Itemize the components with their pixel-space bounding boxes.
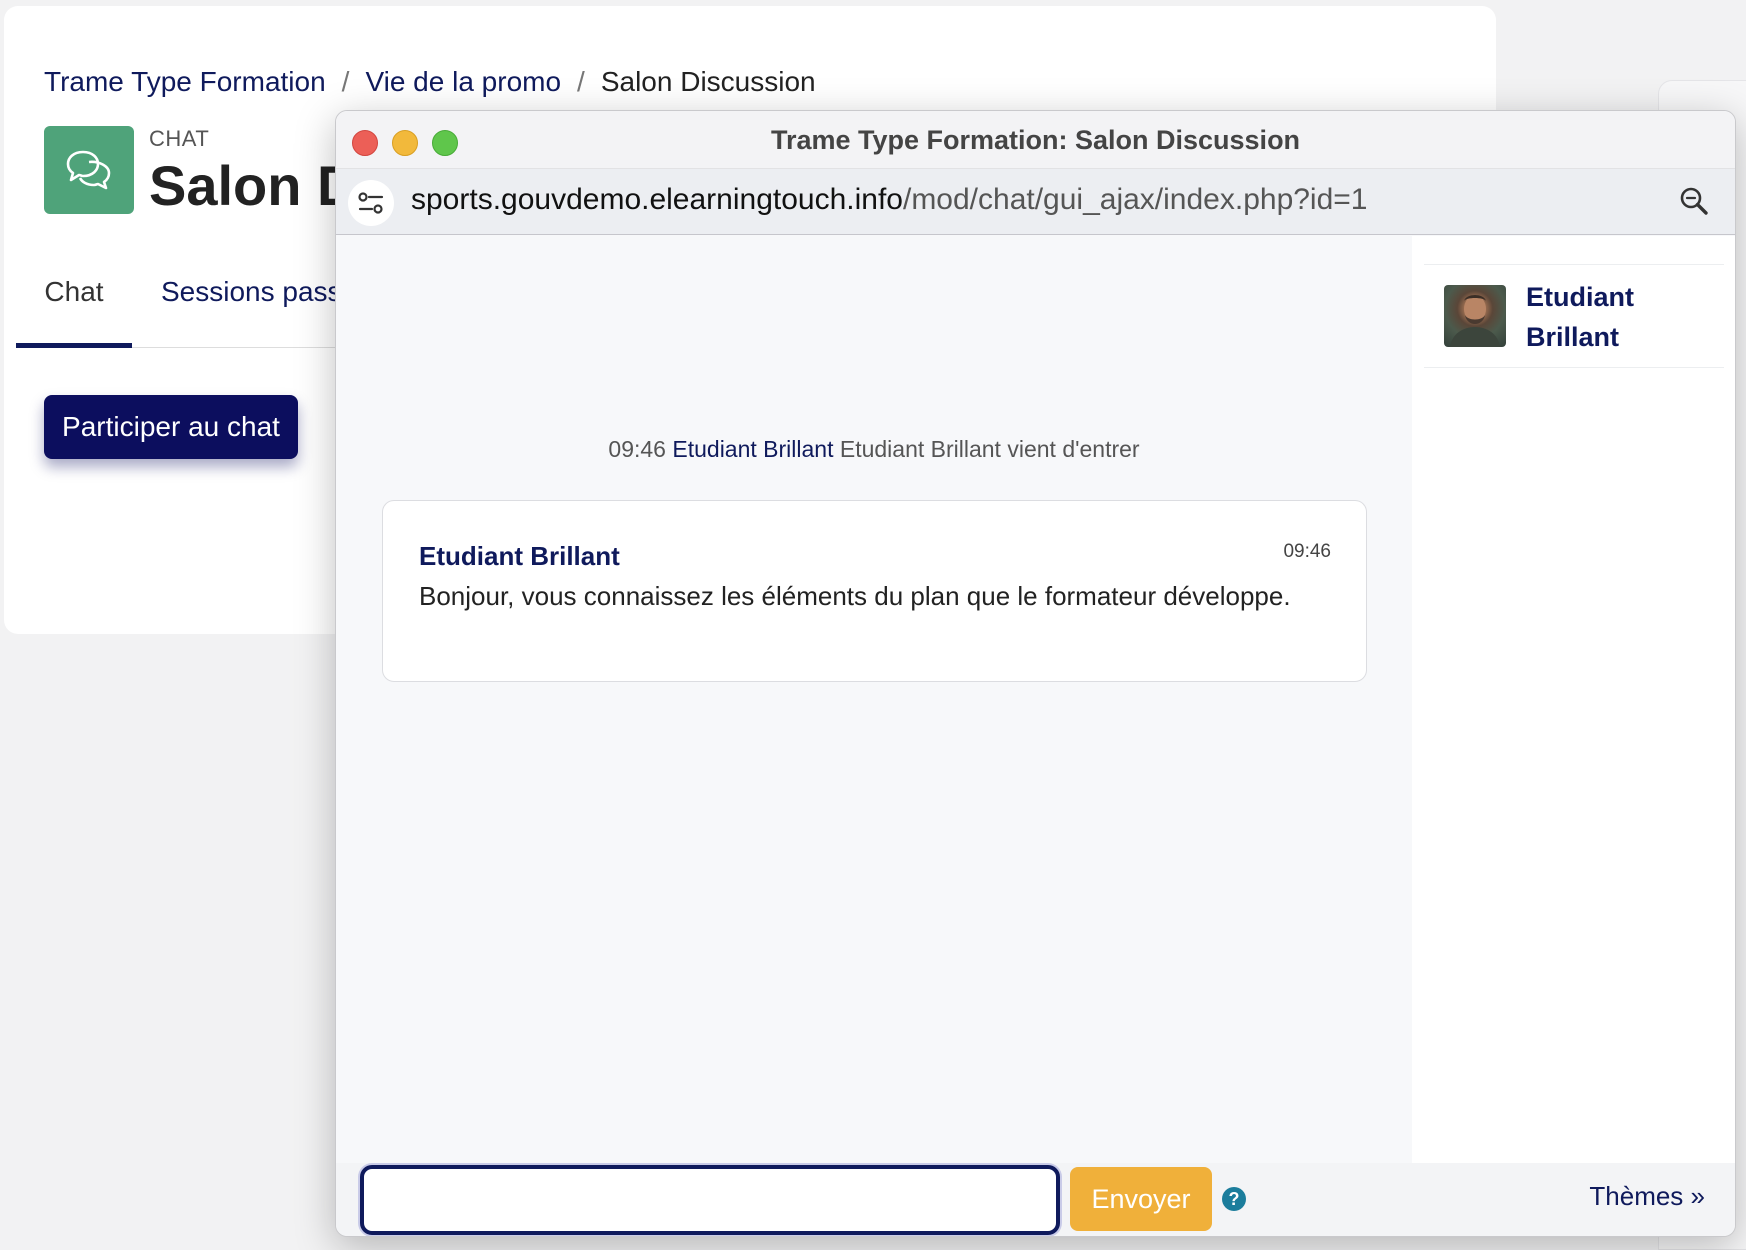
send-button[interactable]: Envoyer: [1070, 1167, 1212, 1231]
window-title: Trame Type Formation: Salon Discussion: [770, 125, 1301, 155]
system-message-user: Etudiant Brillant: [672, 436, 834, 462]
url-domain: sports.gouvdemo.elearningtouch.info: [411, 183, 903, 216]
message-input[interactable]: [360, 1165, 1060, 1235]
window-titlebar[interactable]: Trame Type Formation: Salon Discussion: [336, 111, 1735, 169]
breadcrumb: Trame Type Formation / Vie de la promo /…: [44, 66, 816, 98]
message-time: 09:46: [1283, 541, 1331, 562]
breadcrumb-current: Salon Discussion: [600, 66, 816, 97]
site-settings-icon[interactable]: [348, 180, 394, 226]
url-text[interactable]: sports.gouvdemo.elearningtouch.info/mod/…: [411, 183, 1368, 217]
user-name: Etudiant Brillant: [1526, 277, 1634, 357]
breadcrumb-separator: /: [341, 66, 350, 97]
user-list-item[interactable]: Etudiant Brillant: [1424, 264, 1724, 368]
breadcrumb-link-course[interactable]: Trame Type Formation: [44, 66, 326, 98]
help-icon[interactable]: ?: [1222, 1187, 1246, 1211]
join-chat-button[interactable]: Participer au chat: [44, 395, 298, 459]
chat-bubbles-icon: [44, 126, 134, 214]
system-message: 09:46 Etudiant Brillant Etudiant Brillan…: [336, 436, 1412, 463]
tab-chat[interactable]: Chat: [16, 270, 132, 348]
breadcrumb-link-section[interactable]: Vie de la promo: [365, 66, 561, 98]
avatar: [1444, 285, 1506, 347]
chat-popup-window: Trame Type Formation: Salon Discussion s…: [335, 110, 1736, 1237]
user-name-line2: Brillant: [1526, 322, 1620, 352]
url-path: /mod/chat/gui_ajax/index.php?id=1: [902, 183, 1368, 216]
system-message-time: 09:46: [608, 436, 666, 462]
user-name-line1: Etudiant: [1526, 282, 1634, 312]
chat-messages-area[interactable]: 09:46 Etudiant Brillant Etudiant Brillan…: [336, 236, 1412, 1173]
chat-message: Etudiant Brillant 09:46 Bonjour, vous co…: [382, 500, 1367, 682]
users-panel: Etudiant Brillant: [1412, 236, 1735, 1173]
message-input-bar: Envoyer ? Thèmes »: [336, 1163, 1735, 1236]
breadcrumb-separator: /: [577, 66, 585, 97]
message-text: Bonjour, vous connaissez les éléments du…: [419, 581, 1291, 611]
zoom-magnifier-icon[interactable]: [1679, 186, 1709, 221]
address-bar[interactable]: sports.gouvdemo.elearningtouch.info/mod/…: [336, 169, 1735, 235]
themes-link[interactable]: Thèmes »: [1589, 1181, 1705, 1212]
module-type-label: CHAT: [149, 126, 210, 151]
page-title: Salon D: [149, 154, 358, 217]
message-author: Etudiant Brillant: [419, 541, 620, 571]
tab-sessions[interactable]: Sessions pass: [161, 270, 342, 348]
system-message-text: Etudiant Brillant vient d'entrer: [839, 436, 1140, 462]
